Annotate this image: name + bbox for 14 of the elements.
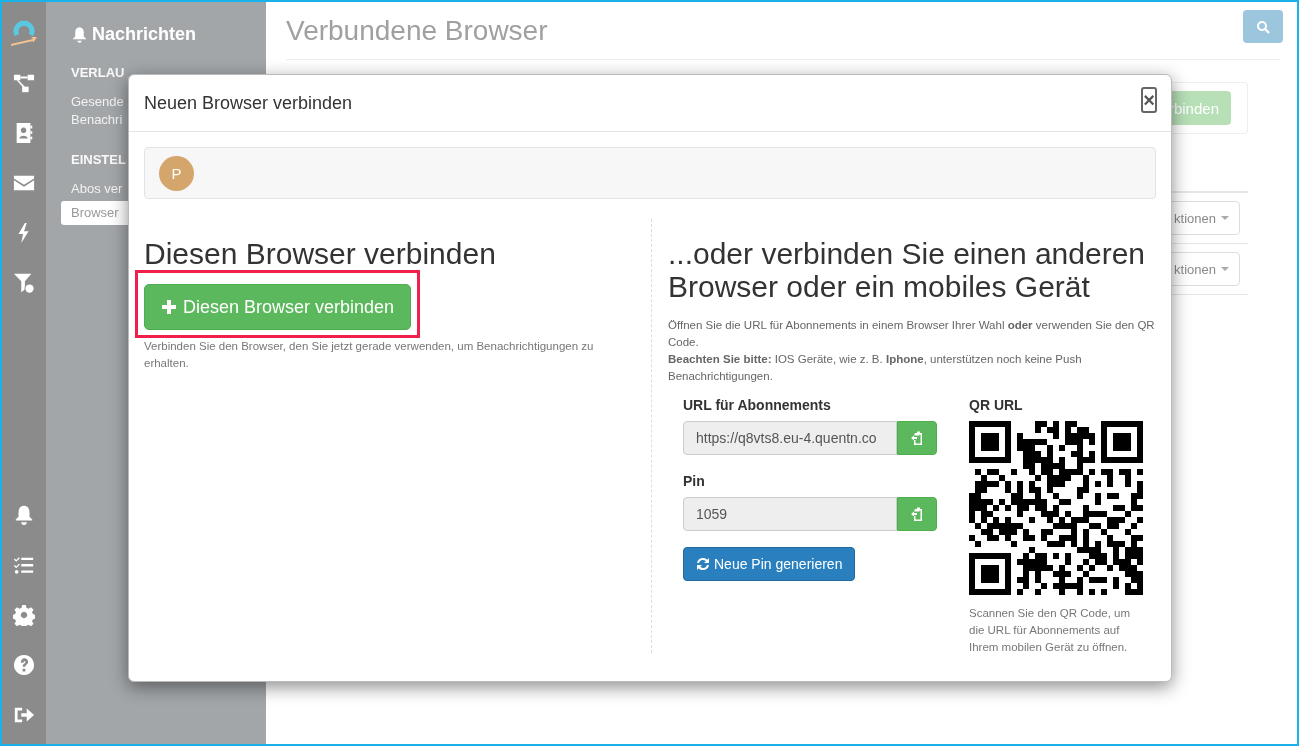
field-label: QR URL [969, 397, 1024, 413]
sidebar-title: Nachrichten [92, 24, 197, 45]
info-text: Beachten Sie bitte: IOS Geräte, wie z. B. Iphone, unterstützen noch keine Push Benachrichtigungen. [668, 352, 1083, 384]
avatar: P [159, 155, 194, 191]
sidebar-heading: EINSTEL [71, 152, 127, 167]
info-text: Öffnen Sie die URL für Abonnements in einem Browser Ihrer Wahl oder verwenden Sie den QR Code. [668, 318, 1156, 350]
page-title: Verbundene Browser [286, 14, 548, 47]
sidebar-heading: VERLAU [71, 65, 126, 80]
help-text: Verbinden Sie den Browser, den Sie jetzt gerade verwenden, um Benachrichtigungen zu erhalten. [144, 339, 595, 371]
dialog-title: Neuen Browser verbinden [144, 92, 353, 114]
field-label: URL für Abonnements [683, 397, 832, 413]
qr-caption: Scannen Sie den QR Code, um die URL für Abonnements auf Ihrem mobilen Gerät zu öffnen. [969, 606, 1132, 655]
section-heading: Diesen Browser verbinden [144, 237, 497, 270]
field-label: Pin [683, 473, 706, 489]
